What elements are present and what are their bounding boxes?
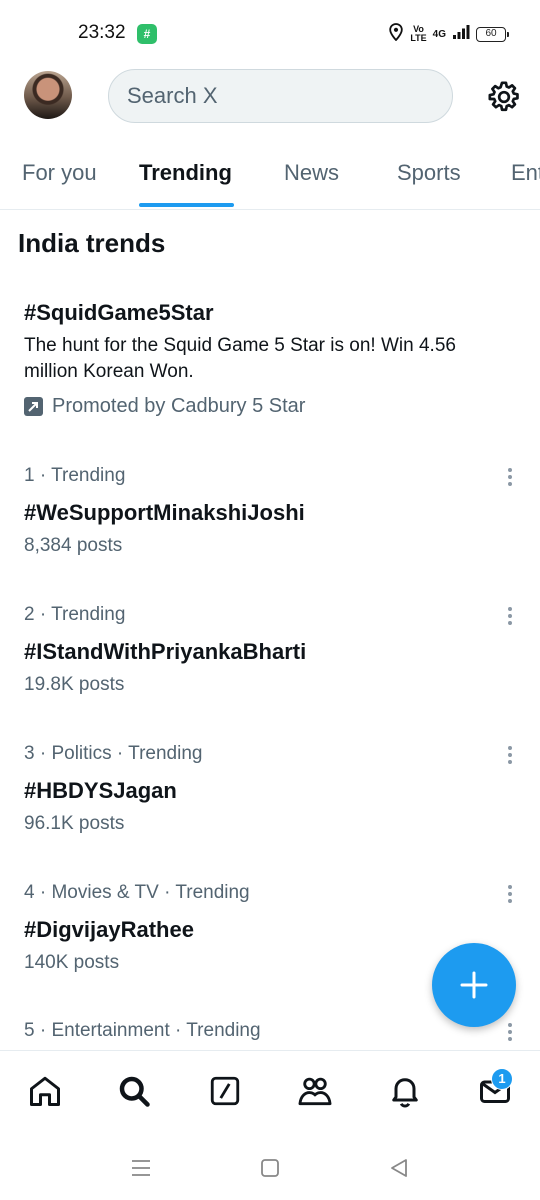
messages-badge: 1 — [491, 1068, 513, 1090]
trend-post-count: 19.8K posts — [24, 674, 125, 695]
trend-name: #DigvijayRathee — [24, 917, 194, 942]
battery-icon: 60 — [476, 26, 509, 42]
nav-grok[interactable] — [205, 1071, 245, 1111]
tab-sports[interactable]: Sports — [397, 160, 461, 186]
promoted-label: Promoted by Cadbury 5 Star — [24, 395, 305, 418]
trend-meta: 2 · Trending — [24, 604, 126, 625]
promoted-by: Promoted by Cadbury 5 Star — [52, 395, 306, 417]
gear-icon — [488, 81, 519, 112]
trend-meta: 5 · Entertainment · Trending — [24, 1020, 261, 1041]
active-tab-indicator — [139, 203, 234, 207]
signal-icon — [452, 24, 470, 45]
notification-app-icon: # — [137, 24, 157, 44]
trend-item[interactable]: 3 · Politics · Trending #HBDYSJagan 96.1… — [0, 740, 540, 850]
trend-meta: 3 · Politics · Trending — [24, 743, 203, 764]
promoted-trend[interactable]: #SquidGame5Star The hunt for the Squid G… — [0, 296, 540, 436]
more-options-icon[interactable] — [500, 1019, 520, 1045]
status-indicators: Vo LTE 4G 60 — [388, 22, 509, 46]
tab-entertainment[interactable]: Ent — [511, 160, 540, 186]
nav-explore[interactable] — [114, 1071, 154, 1111]
home-button[interactable] — [256, 1154, 284, 1182]
back-button[interactable] — [385, 1154, 413, 1182]
plus-icon — [460, 971, 488, 999]
status-time: 23:32 — [78, 22, 126, 43]
trend-name: #WeSupportMinakshiJoshi — [24, 500, 305, 525]
section-title: India trends — [18, 228, 166, 258]
volte-indicator: Vo LTE — [410, 24, 427, 43]
system-navigation — [0, 1134, 540, 1200]
trend-name: #SquidGame5Star — [24, 300, 214, 325]
trend-meta: 1 · Trending — [24, 465, 126, 486]
nav-communities[interactable] — [295, 1071, 335, 1111]
search-icon — [119, 1076, 150, 1107]
search-input[interactable] — [127, 70, 427, 122]
tab-trending[interactable]: Trending — [139, 160, 232, 186]
settings-button[interactable] — [486, 79, 522, 115]
communities-icon — [298, 1077, 332, 1106]
trend-meta: 4 · Movies & TV · Trending — [24, 882, 250, 903]
bottom-navigation — [0, 1050, 540, 1134]
trend-post-count: 96.1K posts — [24, 813, 125, 834]
trend-name: #HBDYSJagan — [24, 778, 177, 803]
trend-description: The hunt for the Squid Game 5 Star is on… — [24, 335, 456, 382]
menu-icon — [132, 1160, 150, 1176]
network-type: 4G — [432, 28, 446, 40]
trend-item[interactable]: 1 · Trending #WeSupportMinakshiJoshi 8,3… — [0, 462, 540, 572]
profile-avatar[interactable] — [24, 71, 72, 119]
recent-apps-button[interactable] — [127, 1154, 155, 1182]
trend-post-count: 140K posts — [24, 952, 120, 973]
compose-post-button[interactable] — [432, 943, 516, 1027]
tab-for-you[interactable]: For you — [22, 160, 97, 186]
more-options-icon[interactable] — [500, 603, 520, 629]
notifications-icon — [392, 1078, 418, 1108]
more-options-icon[interactable] — [500, 464, 520, 490]
home-icon — [30, 1076, 60, 1106]
trend-post-count: 8,384 posts — [24, 535, 123, 556]
square-icon — [261, 1159, 279, 1177]
tab-news[interactable]: News — [284, 160, 339, 186]
nav-notifications[interactable] — [385, 1071, 425, 1111]
more-options-icon[interactable] — [500, 881, 520, 907]
more-options-icon[interactable] — [500, 742, 520, 768]
trend-name: #IStandWithPriyankaBharti — [24, 639, 307, 664]
trend-item[interactable]: 2 · Trending #IStandWithPriyankaBharti 1… — [0, 601, 540, 711]
back-icon — [391, 1159, 407, 1177]
nav-home[interactable] — [25, 1071, 65, 1111]
location-icon — [388, 22, 404, 46]
status-bar: 23:32 # Vo LTE 4G 60 — [0, 0, 540, 66]
search-box[interactable] — [108, 69, 453, 123]
promoted-icon — [24, 397, 43, 416]
grok-icon — [210, 1076, 240, 1106]
explore-tabs: For you Trending News Sports Ent — [0, 146, 540, 210]
